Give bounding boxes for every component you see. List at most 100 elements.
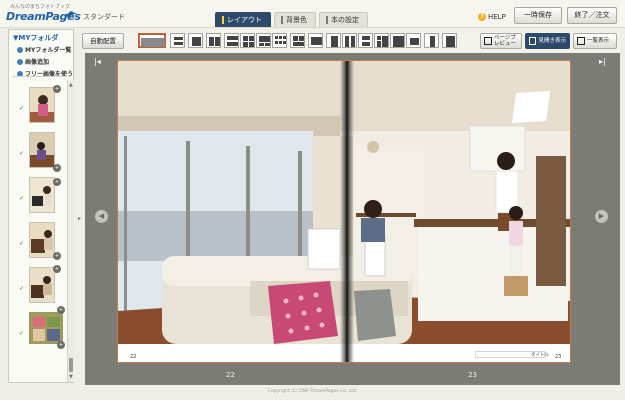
editor-canvas: |◂ ▸| ◀ ▶ 22 23 タイトル 22 23	[85, 53, 620, 385]
used-check-icon: ✓	[19, 105, 25, 112]
layout-option[interactable]	[290, 33, 305, 48]
scroll-down-icon[interactable]: ▼	[69, 374, 73, 380]
layout-slot-icon	[293, 36, 298, 41]
thumbnail-badge-icon: +	[53, 164, 61, 172]
layout-option[interactable]	[406, 33, 421, 48]
help-link[interactable]: ? HELP	[478, 13, 506, 21]
previous-page-button[interactable]: ◀	[95, 210, 108, 223]
sidebar-scrollbar[interactable]: ▲ ▼	[67, 80, 74, 382]
layout-option[interactable]	[326, 33, 341, 48]
thumbnail-image	[30, 178, 54, 212]
photo-thumbnail[interactable]	[29, 87, 55, 123]
left-page-label: 22	[226, 371, 235, 379]
layout-slot-icon	[430, 36, 435, 47]
layout-option[interactable]	[424, 33, 439, 48]
layout-slot-icon	[141, 38, 165, 47]
thumbnail-badge-icon: +	[53, 178, 61, 186]
tab-bar: レイアウト 背景色 本の設定	[215, 12, 368, 28]
layout-slot-icon	[311, 37, 322, 45]
layout-option[interactable]	[256, 33, 271, 48]
collapse-sidebar-icon[interactable]: ▸	[78, 215, 83, 223]
page-preview-label: ページプレビュー	[494, 35, 517, 47]
thumbnail-image	[30, 313, 62, 343]
photo-thumbnail[interactable]	[29, 267, 55, 303]
layout-option[interactable]	[272, 33, 287, 48]
preview-icon	[484, 37, 492, 45]
list-view-icon	[577, 37, 585, 45]
photo-thumbnail[interactable]	[29, 222, 55, 258]
tab-marker-icon	[326, 16, 328, 24]
app-window: みんなのまちフォトブック DreamPages スタンダード レイアウト 背景色…	[0, 0, 625, 400]
used-check-icon: ✓	[19, 285, 25, 292]
first-page-icon[interactable]: |◂	[94, 57, 101, 66]
layout-slot-icon	[174, 42, 183, 45]
right-page-number: 23	[555, 354, 562, 360]
layout-option[interactable]	[138, 33, 166, 48]
scroll-up-icon[interactable]: ▲	[69, 82, 73, 88]
photo-thumbnail[interactable]	[29, 177, 55, 213]
page-spread[interactable]: 22 23 タイトル	[117, 60, 571, 363]
auto-layout-button[interactable]: 自動配置	[82, 33, 124, 49]
tab-label: 本の設定	[331, 15, 359, 24]
spread-view-button[interactable]: 見開き表示	[525, 33, 570, 49]
sidebar-item-label: 画像追加	[25, 59, 50, 66]
next-page-button[interactable]: ▶	[595, 210, 608, 223]
layout-slot-icon	[446, 36, 455, 47]
layout-slot-icon	[265, 43, 270, 46]
layout-option[interactable]	[374, 33, 389, 48]
layout-option[interactable]	[342, 33, 357, 48]
photo-thumbnail[interactable]	[29, 312, 63, 344]
tab-label: 背景色	[286, 15, 307, 24]
tab-background-color[interactable]: 背景色	[274, 12, 316, 27]
photo-thumbnail[interactable]	[29, 132, 55, 168]
finish-order-button[interactable]: 終了／注文	[567, 7, 617, 24]
help-icon: ?	[478, 13, 486, 21]
layout-option[interactable]	[206, 33, 221, 48]
spread-view-icon	[529, 37, 537, 45]
header: みんなのまちフォトブック DreamPages スタンダード レイアウト 背景色…	[0, 0, 625, 28]
tab-layout[interactable]: レイアウト	[215, 12, 271, 27]
layout-option[interactable]	[188, 33, 203, 48]
folder-title[interactable]: ▼MYフォルダ	[13, 33, 58, 43]
tab-book-settings[interactable]: 本の設定	[319, 12, 368, 27]
sidebar-item-add-image[interactable]: 画像追加	[17, 57, 49, 66]
layout-option[interactable]	[224, 33, 239, 48]
copyright: Copyright (C) DNP DreamPages Co. Ltd.	[267, 389, 358, 394]
layout-slot-icon	[283, 41, 286, 44]
layout-option[interactable]	[358, 33, 373, 48]
layout-option[interactable]	[442, 33, 457, 48]
layout-option[interactable]	[240, 33, 255, 48]
temporary-save-button[interactable]: 一時保存	[514, 7, 562, 24]
page-preview-button[interactable]: ページプレビュー	[480, 33, 522, 49]
scroll-thumb[interactable]	[69, 358, 73, 372]
layout-option[interactable]	[170, 33, 185, 48]
layout-slot-icon	[393, 36, 404, 47]
last-page-icon[interactable]: ▸|	[599, 57, 606, 66]
layout-slot-icon	[382, 36, 388, 47]
layout-slot-icon	[215, 37, 220, 46]
thumbnail-badge-icon: +	[53, 265, 61, 273]
tab-label: レイアウト	[227, 15, 262, 24]
layout-option[interactable]	[308, 33, 323, 48]
sidebar-item-label: MYフォルダ一覧	[25, 47, 72, 54]
thumbnail-badge-icon: +	[57, 341, 65, 349]
title-label: タイトル	[531, 353, 549, 358]
used-check-icon: ✓	[19, 240, 25, 247]
tab-marker-icon	[281, 16, 283, 24]
sidebar-item-folder-list[interactable]: MYフォルダ一覧	[17, 45, 71, 54]
used-check-icon: ✓	[19, 195, 25, 202]
list-view-button[interactable]: 一覧表示	[573, 33, 617, 49]
layout-slot-icon	[283, 36, 286, 39]
thumbnail-badge-icon: +	[57, 306, 65, 314]
layout-slot-icon	[174, 37, 183, 40]
layout-option[interactable]	[390, 33, 405, 48]
layout-slot-icon	[279, 36, 282, 39]
tab-marker-icon	[222, 16, 224, 24]
help-label: HELP	[488, 13, 506, 21]
layout-slot-icon	[192, 37, 201, 46]
logo: みんなのまちフォトブック DreamPages	[6, 3, 81, 25]
thumbnail-image	[30, 223, 54, 257]
layout-slot-icon	[293, 42, 304, 46]
logo-tagline: みんなのまちフォトブック	[10, 4, 71, 10]
layout-slot-icon	[351, 36, 355, 47]
